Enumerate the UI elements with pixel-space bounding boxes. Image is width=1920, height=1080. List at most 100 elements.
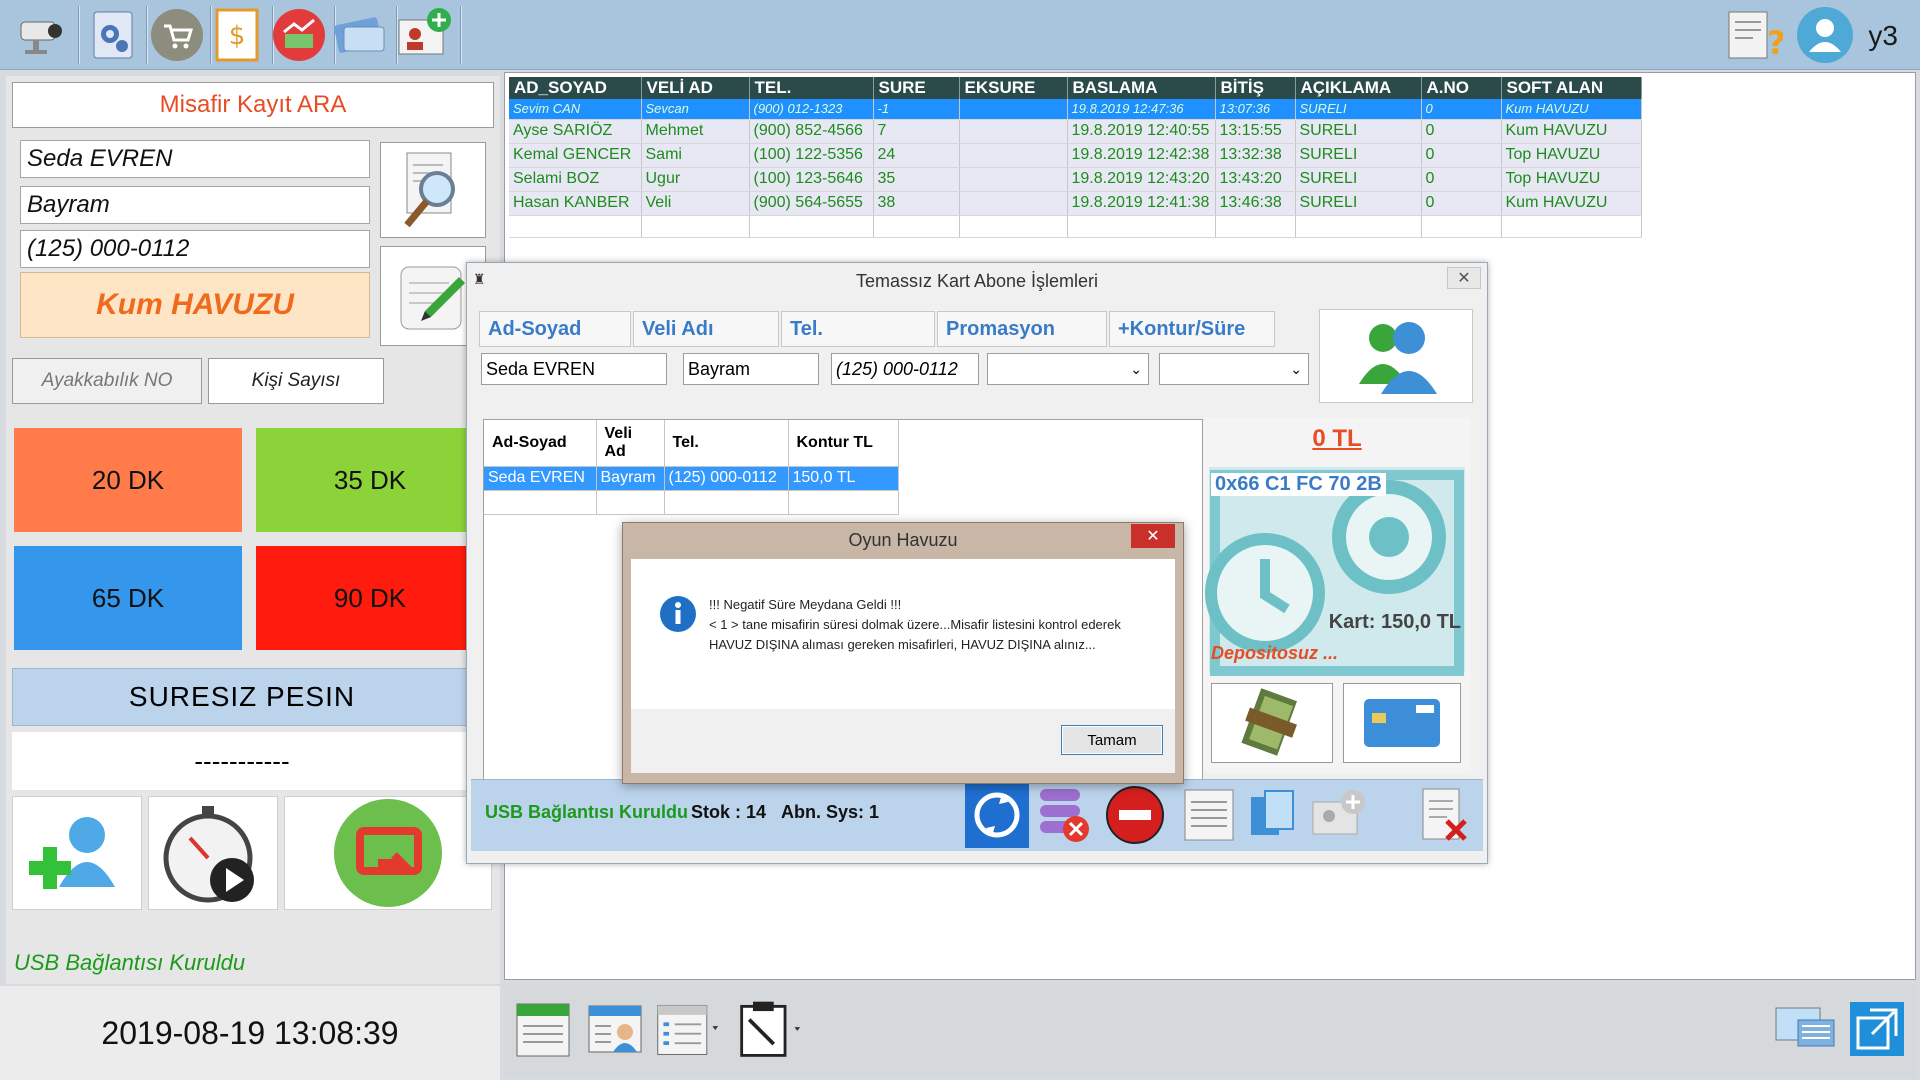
ok-button[interactable]: Tamam xyxy=(1061,725,1163,755)
restore-window-icon xyxy=(1850,1002,1904,1056)
cell: 13:07:36 xyxy=(1215,99,1296,120)
cash-payment-button[interactable] xyxy=(1211,683,1333,763)
table-row[interactable] xyxy=(484,490,899,515)
add-user-card-icon[interactable] xyxy=(394,4,456,66)
cell: Sevcan xyxy=(641,99,750,120)
restore-window-button[interactable] xyxy=(1844,994,1910,1064)
checklist-button[interactable] xyxy=(654,994,720,1064)
credit-dropdown[interactable]: ⌄ xyxy=(1159,353,1309,385)
camera-icon[interactable] xyxy=(12,4,74,66)
add-guest-button[interactable] xyxy=(12,796,142,910)
parent-name-field[interactable]: Bayram xyxy=(20,186,370,224)
card-payment-button[interactable] xyxy=(1343,683,1461,763)
card-balance-text: Kart: 150,0 TL xyxy=(1328,611,1461,633)
delete-record-button[interactable] xyxy=(1031,782,1095,848)
usb-status-text: USB Bağlantısı Kuruldu xyxy=(14,950,246,975)
header-tel: Tel. xyxy=(781,311,935,347)
users-button[interactable] xyxy=(1319,309,1473,403)
col-eksure[interactable]: EKSURE xyxy=(959,77,1068,99)
phone-field[interactable]: (125) 000-0112 xyxy=(20,230,370,268)
name-field[interactable]: Seda EVREN xyxy=(20,140,370,178)
search-button[interactable] xyxy=(380,142,486,238)
col-soft-alan[interactable]: SOFT ALAN xyxy=(1501,77,1642,99)
delete-document-button[interactable] xyxy=(1413,782,1477,848)
table-row[interactable]: Sevim CAN Sevcan (900) 012-1323 -1 19.8.2019… xyxy=(509,99,1642,120)
close-icon[interactable]: ✕ xyxy=(1131,524,1175,548)
time-90-button[interactable]: 90 DK xyxy=(256,546,484,650)
guest-table[interactable]: AD_SOYAD VELİ AD TEL. SURE EKSURE BASLAM… xyxy=(509,77,1642,238)
col-tel[interactable]: TEL. xyxy=(749,77,874,99)
col-tel[interactable]: Tel. xyxy=(664,420,789,467)
cell: Bayram xyxy=(596,466,665,491)
table-row[interactable]: Selami BOZ Ugur (100) 123-5646 35 19.8.2019 … xyxy=(509,167,1642,192)
cell: 0 xyxy=(1421,167,1502,192)
col-a-no[interactable]: A.NO xyxy=(1421,77,1502,99)
return-button[interactable] xyxy=(284,796,492,910)
payment-card-icon[interactable] xyxy=(330,4,392,66)
user-profile-button[interactable] xyxy=(582,994,648,1064)
user-name: y3 xyxy=(1868,20,1898,51)
cell: Kum HAVUZU xyxy=(1501,191,1642,216)
cell: 35 xyxy=(873,167,960,192)
clipboard-button[interactable] xyxy=(736,994,802,1064)
table-row[interactable]: Ayse SARIÖZ Mehmet (900) 852-4566 7 19.8.201… xyxy=(509,119,1642,144)
balance-text: 0 TL xyxy=(1312,425,1362,452)
cell: 13:43:20 xyxy=(1215,167,1296,192)
cell xyxy=(959,119,1068,144)
remove-button[interactable] xyxy=(1103,782,1167,848)
col-veli-ad[interactable]: VELİ AD xyxy=(641,77,750,99)
sub-parent-input[interactable]: Bayram xyxy=(683,353,819,385)
col-veli-ad[interactable]: Veli Ad xyxy=(596,420,665,467)
settings-gear-icon[interactable] xyxy=(82,4,144,66)
col-kontur-tl[interactable]: Kontur TL xyxy=(788,420,899,467)
user-avatar-icon[interactable] xyxy=(1794,4,1856,66)
sub-name-input[interactable]: Seda EVREN xyxy=(481,353,667,385)
table-row[interactable]: Hasan KANBER Veli (900) 564-5655 38 19.8.201… xyxy=(509,191,1642,216)
table-row[interactable]: Kemal GENCER Sami (100) 122-5356 24 19.8.201… xyxy=(509,143,1642,168)
copy-button[interactable] xyxy=(1241,782,1305,848)
add-card-button[interactable] xyxy=(1307,782,1371,848)
people-count-field[interactable]: Kişi Sayısı xyxy=(208,358,384,404)
cell xyxy=(959,143,1068,168)
sub-phone-input[interactable]: (125) 000-0112 xyxy=(831,353,979,385)
time-20-button[interactable]: 20 DK xyxy=(14,428,242,532)
screen-keyboard-button[interactable] xyxy=(1772,994,1838,1064)
shoe-locker-no-field[interactable]: Ayakkabılık NO xyxy=(12,358,202,404)
area-selector[interactable]: Kum HAVUZU xyxy=(20,272,370,338)
cell: Selami BOZ xyxy=(509,167,642,192)
col-aciklama[interactable]: AÇIKLAMA xyxy=(1295,77,1422,99)
refresh-button[interactable] xyxy=(965,782,1029,848)
time-65-button[interactable]: 65 DK xyxy=(14,546,242,650)
guest-search-panel: Misafir Kayıt ARA Seda EVREN Bayram (125… xyxy=(6,76,500,984)
cell: 19.8.2019 12:40:55 xyxy=(1067,119,1216,144)
invoice-icon[interactable]: $ xyxy=(206,4,268,66)
col-baslama[interactable]: BASLAMA xyxy=(1067,77,1216,99)
dialog-title: Oyun Havuzu xyxy=(848,529,958,550)
col-bitis[interactable]: BİTİŞ xyxy=(1215,77,1296,99)
close-icon[interactable]: ✕ xyxy=(1447,267,1481,289)
col-ad-soyad[interactable]: AD_SOYAD xyxy=(509,77,642,99)
unlimited-cash-button[interactable]: SURESIZ PESIN xyxy=(12,668,472,726)
start-timer-button[interactable] xyxy=(148,796,278,910)
cell: SURELI xyxy=(1295,143,1422,168)
help-document-icon[interactable]: ? xyxy=(1722,4,1784,66)
deposit-text: Depositosuz ... xyxy=(1211,643,1339,663)
time-35-button[interactable]: 35 DK xyxy=(256,428,484,532)
usb-status-text: USB Bağlantısı Kuruldu xyxy=(485,802,689,822)
table-row[interactable]: Seda EVREN Bayram (125) 000-0112 150,0 T… xyxy=(484,466,899,491)
cell: Seda EVREN xyxy=(484,466,597,491)
col-ad-soyad[interactable]: Ad-Soyad xyxy=(484,420,597,467)
calendar-list-button[interactable] xyxy=(510,994,576,1064)
report-button[interactable] xyxy=(1177,782,1241,848)
promotion-dropdown[interactable]: ⌄ xyxy=(987,353,1149,385)
table-row[interactable] xyxy=(509,215,1642,238)
chevron-down-icon: ⌄ xyxy=(1130,361,1142,377)
cart-icon[interactable] xyxy=(146,4,208,66)
table-header-row: Ad-Soyad Veli Ad Tel. Kontur TL xyxy=(484,420,899,467)
col-sure[interactable]: SURE xyxy=(873,77,960,99)
calendar-list-icon xyxy=(516,1003,570,1057)
dialog-message: < 1 > tane misafirin süresi dolmak üzere… xyxy=(709,617,1121,652)
money-chart-icon[interactable] xyxy=(268,4,330,66)
cell: 7 xyxy=(873,119,960,144)
clipboard-icon xyxy=(740,1001,801,1057)
